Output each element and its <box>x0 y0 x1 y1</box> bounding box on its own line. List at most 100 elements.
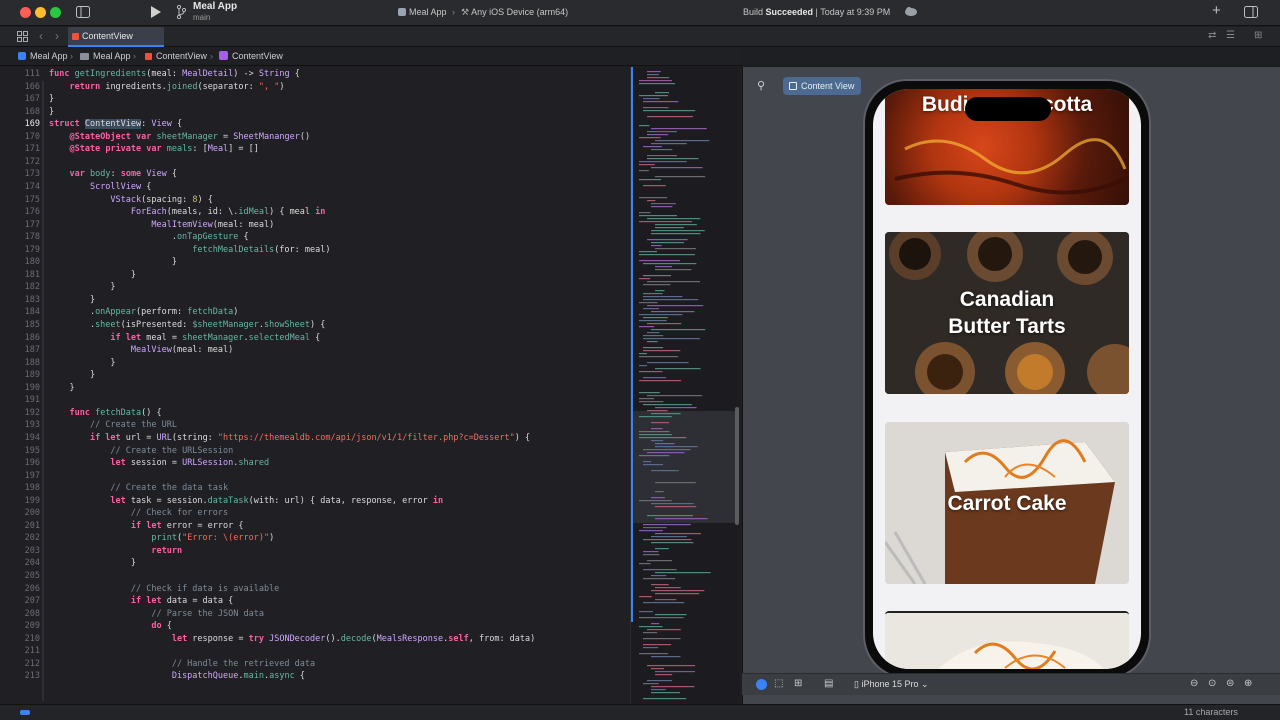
zoom-in-icon[interactable]: ⊕ <box>1244 678 1252 689</box>
code-line[interactable]: if let error = error { <box>49 521 244 531</box>
code-line[interactable]: } <box>49 107 54 117</box>
code-line[interactable]: if let data = data { <box>49 596 233 606</box>
minimap-line <box>639 125 650 127</box>
code-line[interactable]: return <box>49 546 182 556</box>
code-line[interactable]: // Create the data task <box>49 483 228 493</box>
code-line[interactable]: let session = URLSession.shared <box>49 458 269 468</box>
code-line[interactable]: func getIngredients(meal: MealDetail) ->… <box>49 69 300 79</box>
code-line[interactable]: @StateObject var sheetManager = SheetMan… <box>49 132 310 142</box>
fold-ribbon[interactable] <box>42 81 44 701</box>
zoom-actual-icon[interactable]: ⊜ <box>1226 678 1234 689</box>
code-line[interactable]: } <box>49 94 54 104</box>
code-line[interactable]: } <box>49 558 136 568</box>
code-line[interactable]: } <box>49 282 115 292</box>
minimap-line <box>655 443 675 445</box>
code-line[interactable]: let task = session.dataTask(with: url) {… <box>49 496 443 506</box>
refresh-icon[interactable]: ⇄ <box>1208 30 1216 42</box>
breadcrumb-item-folder[interactable]: Meal App <box>80 48 131 65</box>
minimap-line <box>655 248 696 250</box>
inspector-icon[interactable] <box>1244 6 1258 20</box>
meal-card[interactable]: Carrot Cake <box>885 422 1129 584</box>
breadcrumb-item-file[interactable]: ContentView <box>145 48 207 65</box>
line-number: 173 <box>24 169 40 180</box>
variants-icon[interactable]: ⊞ <box>794 678 802 689</box>
meal-card[interactable] <box>885 611 1129 669</box>
code-line[interactable]: if let url = URL(string: "https://themea… <box>49 433 530 443</box>
code-line[interactable]: ForEach(meals, id: \.idMeal) { meal in <box>49 207 326 217</box>
code-line[interactable]: // Check if data is available <box>49 584 279 594</box>
breadcrumb-item-symbol[interactable]: ContentView <box>219 48 283 65</box>
code-line[interactable]: // Parse the JSON data <box>49 609 264 619</box>
sidebar-icon[interactable] <box>76 6 90 20</box>
meal-card[interactable]: Canadian Butter Tarts <box>885 232 1129 394</box>
pin-icon[interactable]: ⚲ <box>757 79 765 92</box>
zoom-out-icon[interactable]: ⊖ <box>1190 678 1198 689</box>
code-line[interactable]: print("Error: \(error)") <box>49 533 274 543</box>
minimize-light[interactable] <box>35 7 46 18</box>
code-line[interactable]: @State private var meals: [Meal] = [] <box>49 144 258 154</box>
scheme-selector[interactable]: Meal App <box>398 7 447 17</box>
back-icon[interactable]: ‹ <box>39 30 43 42</box>
zoom-fit-icon[interactable]: ⊙ <box>1208 678 1216 689</box>
code-line[interactable]: func fetchData() { <box>49 408 161 418</box>
code-line[interactable]: fetchMealDetails(for: meal) <box>49 245 330 255</box>
code-editor[interactable]: 111 func getIngredients(meal: MealDetail)… <box>0 67 630 704</box>
minimap-line <box>643 338 700 340</box>
code-line[interactable]: // Create the URLSession <box>49 446 233 456</box>
editor-options-icon[interactable]: ☰ <box>1226 30 1235 42</box>
code-line[interactable]: .onTapGesture { <box>49 232 249 242</box>
code-line[interactable]: let response = try JSONDecoder().decode(… <box>49 634 535 644</box>
code-line[interactable]: } <box>49 257 177 267</box>
code-line[interactable]: DispatchQueue.main.async { <box>49 671 305 681</box>
code-line[interactable]: // Handle the retrieved data <box>49 659 315 669</box>
tab-contentview[interactable]: ContentView <box>68 27 164 47</box>
forward-icon[interactable]: › <box>55 30 59 42</box>
device-selector[interactable]: ▯ iPhone 15 Pro ⌄ <box>854 679 929 690</box>
preview-icon <box>789 82 797 90</box>
code-line[interactable]: .sheet(isPresented: $sheetManager.showSh… <box>49 320 325 330</box>
code-line[interactable]: MealItemView(meal: meal) <box>49 220 274 230</box>
minimap-line <box>655 674 673 676</box>
code-line[interactable]: } <box>49 370 95 380</box>
minimap[interactable] <box>630 67 740 706</box>
zoom-light[interactable] <box>50 7 61 18</box>
preview-canvas[interactable]: ⚲ Content View Budi cotta Canadian Butte… <box>742 67 1280 704</box>
phone-screen[interactable]: Budi cotta Canadian Butter Tarts Carrot … <box>873 89 1141 669</box>
code-line[interactable]: .onAppear(perform: fetchData) <box>49 307 238 317</box>
minimap-line <box>643 554 660 556</box>
code-line[interactable]: struct ContentView: View { <box>49 119 182 130</box>
minimap-line <box>643 185 666 187</box>
close-light[interactable] <box>20 7 31 18</box>
code-line[interactable]: // Create the URL <box>49 420 177 430</box>
code-line[interactable]: // Check for errors <box>49 508 228 518</box>
plus-icon[interactable]: + <box>1212 3 1221 18</box>
code-line[interactable]: do { <box>49 621 172 631</box>
minimap-line <box>647 305 704 307</box>
code-line[interactable]: VStack(spacing: 8) { <box>49 195 212 205</box>
line-number: 169 <box>24 119 40 130</box>
code-line[interactable]: } <box>49 358 115 368</box>
device-settings-icon[interactable]: ▤ <box>824 678 833 689</box>
grid-icon[interactable] <box>17 31 28 44</box>
play-icon[interactable] <box>151 6 161 20</box>
code-line[interactable]: } <box>49 383 74 393</box>
code-line[interactable]: } <box>49 295 95 305</box>
preview-selector[interactable]: Content View <box>783 77 861 95</box>
struct-icon <box>219 51 228 60</box>
code-line[interactable]: if let meal = sheetManager.selectedMeal … <box>49 333 320 343</box>
code-line[interactable]: return ingredients.joined(separator: ", … <box>49 82 284 92</box>
breadcrumb-label: ContentView <box>156 51 207 61</box>
breadcrumb-item-project[interactable]: Meal App <box>18 48 68 65</box>
cloud-icon[interactable] <box>904 6 918 18</box>
minimap-line <box>651 167 703 169</box>
code-line[interactable]: var body: some View { <box>49 169 177 179</box>
code-line[interactable]: ScrollView { <box>49 182 151 192</box>
selectable-mode-icon[interactable]: ⬚ <box>774 678 783 689</box>
code-line[interactable]: } <box>49 270 136 280</box>
code-line[interactable]: MealView(meal: meal) <box>49 345 233 355</box>
meal-title: Carrot Cake <box>947 492 1067 515</box>
debug-area-icon[interactable] <box>20 710 30 715</box>
split-editor-icon[interactable]: ⊞ <box>1254 30 1262 42</box>
destination-selector[interactable]: ⚒ Any iOS Device (arm64) <box>461 7 568 18</box>
live-mode-icon[interactable] <box>756 679 767 690</box>
